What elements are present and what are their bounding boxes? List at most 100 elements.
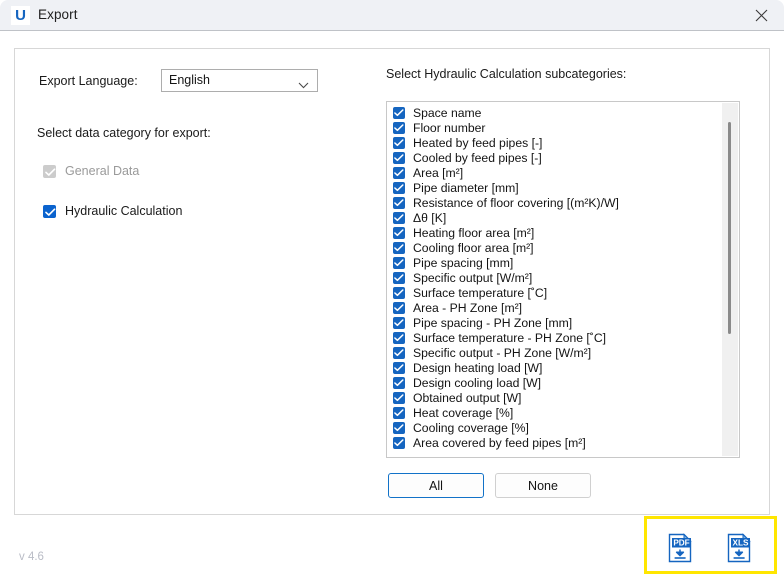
list-item[interactable]: Cooling floor area [m²] [387,240,721,255]
list-item-label: Space name [413,105,482,120]
checkbox-hydraulic-calculation[interactable]: Hydraulic Calculation [43,204,182,218]
list-item-label: Specific output [W/m²] [413,270,533,285]
list-item-checkbox[interactable] [393,241,405,254]
list-item[interactable]: Resistance of floor covering [(m²K)/W] [387,195,721,210]
list-item-label: Surface temperature - PH Zone [˚C] [413,330,607,345]
list-item-checkbox[interactable] [393,361,405,374]
list-item-checkbox[interactable] [393,196,405,209]
list-item[interactable]: Pipe spacing [mm] [387,255,721,270]
export-xls-button[interactable]: XLS [721,530,757,566]
select-all-button[interactable]: All [388,473,484,498]
list-item-label: Heating floor area [m²] [413,225,535,240]
list-item-label: Resistance of floor covering [(m²K)/W] [413,195,619,210]
list-item-checkbox[interactable] [393,436,405,449]
pdf-download-icon: PDF [668,533,692,563]
list-item-checkbox[interactable] [393,271,405,284]
list-item-checkbox[interactable] [393,421,405,434]
list-item-label: Heated by feed pipes [-] [413,135,543,150]
svg-text:XLS: XLS [733,539,749,548]
list-item[interactable]: Surface temperature [˚C] [387,285,721,300]
list-item-checkbox[interactable] [393,106,405,119]
list-item-label: Pipe spacing [mm] [413,255,514,270]
list-item[interactable]: Heating floor area [m²] [387,225,721,240]
version-label: v 4.6 [19,551,44,563]
list-item[interactable]: Specific output - PH Zone [W/m²] [387,345,721,360]
list-item[interactable]: Area [m²] [387,165,721,180]
list-item-checkbox[interactable] [393,331,405,344]
list-item-checkbox[interactable] [393,256,405,269]
subcategories-listbox[interactable]: Space name Floor number Heated by feed pip… [386,101,740,458]
list-item-checkbox[interactable] [393,226,405,239]
list-item[interactable]: Surface temperature - PH Zone [˚C] [387,330,721,345]
list-item[interactable]: Heated by feed pipes [-] [387,135,721,150]
list-item[interactable]: Pipe spacing - PH Zone [mm] [387,315,721,330]
list-item-label: Δθ [K] [413,210,447,225]
list-item-checkbox[interactable] [393,301,405,314]
app-logo-icon: U [11,6,30,25]
list-item-label: Cooling floor area [m²] [413,240,534,255]
export-buttons-highlight: PDF XLS [644,516,777,574]
checkbox-hydraulic-calculation-label: Hydraulic Calculation [65,204,183,218]
checkbox-hydraulic-calculation-box[interactable] [43,204,56,218]
list-item-label: Specific output - PH Zone [W/m²] [413,345,592,360]
list-item[interactable]: Cooled by feed pipes [-] [387,150,721,165]
list-item-label: Pipe diameter [mm] [413,180,519,195]
listbox-scrollbar-thumb[interactable] [728,122,731,334]
list-item-checkbox[interactable] [393,391,405,404]
list-item-label: Obtained output [W] [413,390,522,405]
list-item-checkbox[interactable] [393,376,405,389]
checkbox-general-data-label: General Data [65,164,140,178]
export-dialog-window: U Export Export Language: English Select… [0,0,784,585]
list-item-label: Heat coverage [%] [413,405,514,420]
list-item-label: Floor number [413,120,486,135]
list-item-checkbox[interactable] [393,151,405,164]
dialog-content-panel: Export Language: English Select data cat… [14,48,770,515]
list-item-label: Design heating load [W] [413,360,543,375]
list-item-checkbox[interactable] [393,211,405,224]
list-item[interactable]: Design heating load [W] [387,360,721,375]
list-item[interactable]: Cooling coverage [%] [387,420,721,435]
list-item-label: Cooling coverage [%] [413,420,529,435]
list-item-label: Surface temperature [˚C] [413,285,548,300]
list-item[interactable]: Design cooling load [W] [387,375,721,390]
list-item[interactable]: Floor number [387,120,721,135]
export-pdf-button[interactable]: PDF [662,530,698,566]
list-item-label: Cooled by feed pipes [-] [413,150,542,165]
export-language-value: English [169,73,210,87]
list-item[interactable]: Δθ [K] [387,210,721,225]
list-item[interactable]: Specific output [W/m²] [387,270,721,285]
listbox-scrollbar-track[interactable] [722,103,738,456]
list-item-checkbox[interactable] [393,346,405,359]
list-item[interactable]: Heat coverage [%] [387,405,721,420]
list-item-checkbox[interactable] [393,181,405,194]
list-item-label: Area [m²] [413,165,464,180]
export-language-label: Export Language: [39,74,138,88]
close-icon[interactable] [738,0,784,30]
chevron-down-icon [298,78,309,92]
list-item[interactable]: Area covered by feed pipes [m²] [387,435,721,450]
list-item-checkbox[interactable] [393,316,405,329]
export-language-select[interactable]: English [161,69,318,92]
subcategories-label: Select Hydraulic Calculation subcategori… [386,67,627,81]
list-item-label: Area covered by feed pipes [m²] [413,435,586,450]
list-item-checkbox[interactable] [393,136,405,149]
list-item[interactable]: Area - PH Zone [m²] [387,300,721,315]
list-item-label: Design cooling load [W] [413,375,542,390]
svg-text:PDF: PDF [673,539,689,548]
list-item-label: Area - PH Zone [m²] [413,300,523,315]
checkbox-general-data: General Data [43,164,139,178]
list-item-checkbox[interactable] [393,166,405,179]
window-title: Export [38,7,78,22]
list-item-checkbox[interactable] [393,286,405,299]
list-item-checkbox[interactable] [393,121,405,134]
list-item-checkbox[interactable] [393,406,405,419]
list-item[interactable]: Obtained output [W] [387,390,721,405]
list-item[interactable]: Space name [387,105,721,120]
checkbox-general-data-box [43,164,56,178]
select-none-button[interactable]: None [495,473,591,498]
title-bar: U Export [0,0,784,31]
data-category-label: Select data category for export: [37,126,211,140]
xls-download-icon: XLS [727,533,751,563]
list-item-label: Pipe spacing - PH Zone [mm] [413,315,573,330]
list-item[interactable]: Pipe diameter [mm] [387,180,721,195]
